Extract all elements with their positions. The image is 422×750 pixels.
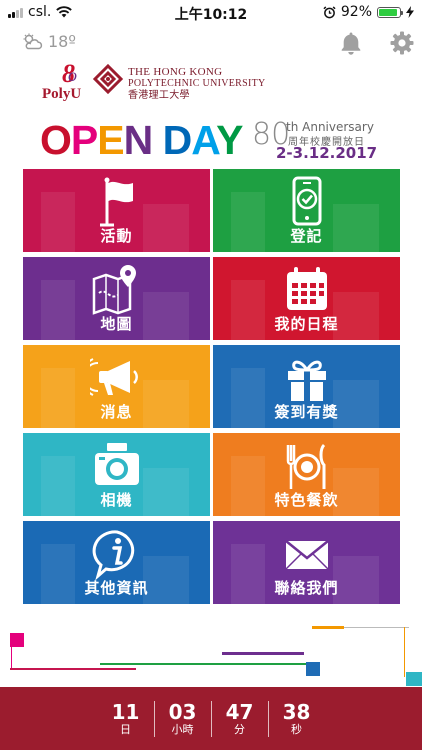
battery-percent: 92% xyxy=(340,4,372,20)
status-bar: csl. 上午10:12 92% xyxy=(0,0,422,26)
battery-icon xyxy=(377,6,403,18)
tile-label: 活動 xyxy=(100,227,133,245)
countdown-item: 11 日 xyxy=(100,701,152,737)
decoration xyxy=(10,633,24,647)
tile-label: 登記 xyxy=(290,227,323,245)
tile-flag[interactable]: 活動 xyxy=(23,169,210,252)
partly-cloudy-icon xyxy=(23,33,43,49)
countdown-value: 11 xyxy=(111,699,140,724)
polyu-wordmark: PolyU xyxy=(42,86,82,102)
decoration xyxy=(306,662,320,676)
temperature-label: 18º xyxy=(48,32,76,51)
countdown-item: 38 秒 xyxy=(271,701,323,737)
title-letter xyxy=(152,117,162,163)
decoration xyxy=(100,663,310,665)
countdown-unit: 小時 xyxy=(171,722,194,736)
flag-icon xyxy=(99,177,133,227)
university-emblem-icon xyxy=(92,64,124,95)
event-dates: 2-3.12.2017 xyxy=(276,144,378,162)
countdown-value: 47 xyxy=(225,699,254,724)
title-letter: A xyxy=(191,117,217,163)
open-day-banner: OPEN DAY 80 th Anniversary 周年校慶開放日 2-3.1… xyxy=(40,117,377,163)
svg-text:o: o xyxy=(68,65,77,85)
decoration xyxy=(10,668,136,670)
decoration xyxy=(344,627,409,628)
countdown-item: 03 小時 xyxy=(157,701,209,737)
mail-icon xyxy=(284,540,329,570)
decoration xyxy=(406,672,422,686)
charging-icon xyxy=(406,6,414,18)
tile-mail[interactable]: 聯絡我們 xyxy=(213,521,400,604)
title-letter: E xyxy=(97,117,124,163)
calendar-icon xyxy=(286,267,327,310)
decoration xyxy=(222,652,304,655)
tile-map-pin[interactable]: 地圖 xyxy=(23,257,210,340)
info-icon xyxy=(92,530,134,581)
title-letter: D xyxy=(162,117,193,163)
tile-label: 其他資訊 xyxy=(84,579,149,597)
megaphone-icon xyxy=(89,358,138,396)
title-letter: N xyxy=(123,117,154,163)
status-right: 92% xyxy=(323,4,414,20)
title-letter: O xyxy=(40,117,72,163)
university-name-line1: The Hong Kong xyxy=(128,66,223,78)
countdown-divider xyxy=(153,700,155,737)
decoration xyxy=(312,626,344,629)
gift-icon xyxy=(287,360,326,401)
camera-icon xyxy=(94,443,139,485)
tile-dining[interactable]: 特色餐飲 xyxy=(213,433,400,516)
countdown-value: 03 xyxy=(168,699,197,724)
countdown-unit: 日 xyxy=(120,722,131,736)
countdown-item: 47 分 xyxy=(214,701,266,737)
alarm-icon xyxy=(323,5,336,18)
tile-phone-check[interactable]: 登記 xyxy=(213,169,400,252)
tile-label: 地圖 xyxy=(100,315,133,333)
title-letter: P xyxy=(70,117,98,163)
tile-calendar[interactable]: 我的日程 xyxy=(213,257,400,340)
tile-label: 聯絡我們 xyxy=(274,579,339,597)
map-pin-icon xyxy=(92,265,136,315)
decoration xyxy=(404,627,405,677)
tile-megaphone[interactable]: 消息 xyxy=(23,345,210,428)
countdown-value: 38 xyxy=(282,699,311,724)
countdown-divider xyxy=(210,700,212,737)
decoration xyxy=(11,647,12,669)
phone-check-icon xyxy=(292,176,321,226)
tile-label: 簽到有獎 xyxy=(274,403,339,421)
bell-icon[interactable] xyxy=(338,30,364,56)
tile-label: 特色餐飲 xyxy=(274,491,339,509)
tile-label: 消息 xyxy=(100,403,133,421)
gear-icon[interactable] xyxy=(389,30,415,56)
weather-widget: 18º xyxy=(22,32,76,51)
open-day-title: OPEN DAY xyxy=(40,117,243,163)
university-name-zh: 香港理工大學 xyxy=(128,90,190,101)
university-name: The Hong Kong Polytechnic University 香港理… xyxy=(128,66,266,102)
countdown-divider xyxy=(267,700,269,737)
title-letter: Y xyxy=(216,117,243,163)
countdown-unit: 秒 xyxy=(291,722,302,736)
countdown-bar: 11 日 03 小時 47 分 38 秒 xyxy=(0,687,422,750)
tile-label: 相機 xyxy=(100,491,133,509)
tile-label: 我的日程 xyxy=(274,315,339,333)
tile-info[interactable]: 其他資訊 xyxy=(23,521,210,604)
tile-gift[interactable]: 簽到有獎 xyxy=(213,345,400,428)
tile-camera[interactable]: 相機 xyxy=(23,433,210,516)
dining-icon xyxy=(286,443,325,489)
university-name-line2: Polytechnic University xyxy=(128,78,266,89)
countdown-unit: 分 xyxy=(234,722,245,736)
